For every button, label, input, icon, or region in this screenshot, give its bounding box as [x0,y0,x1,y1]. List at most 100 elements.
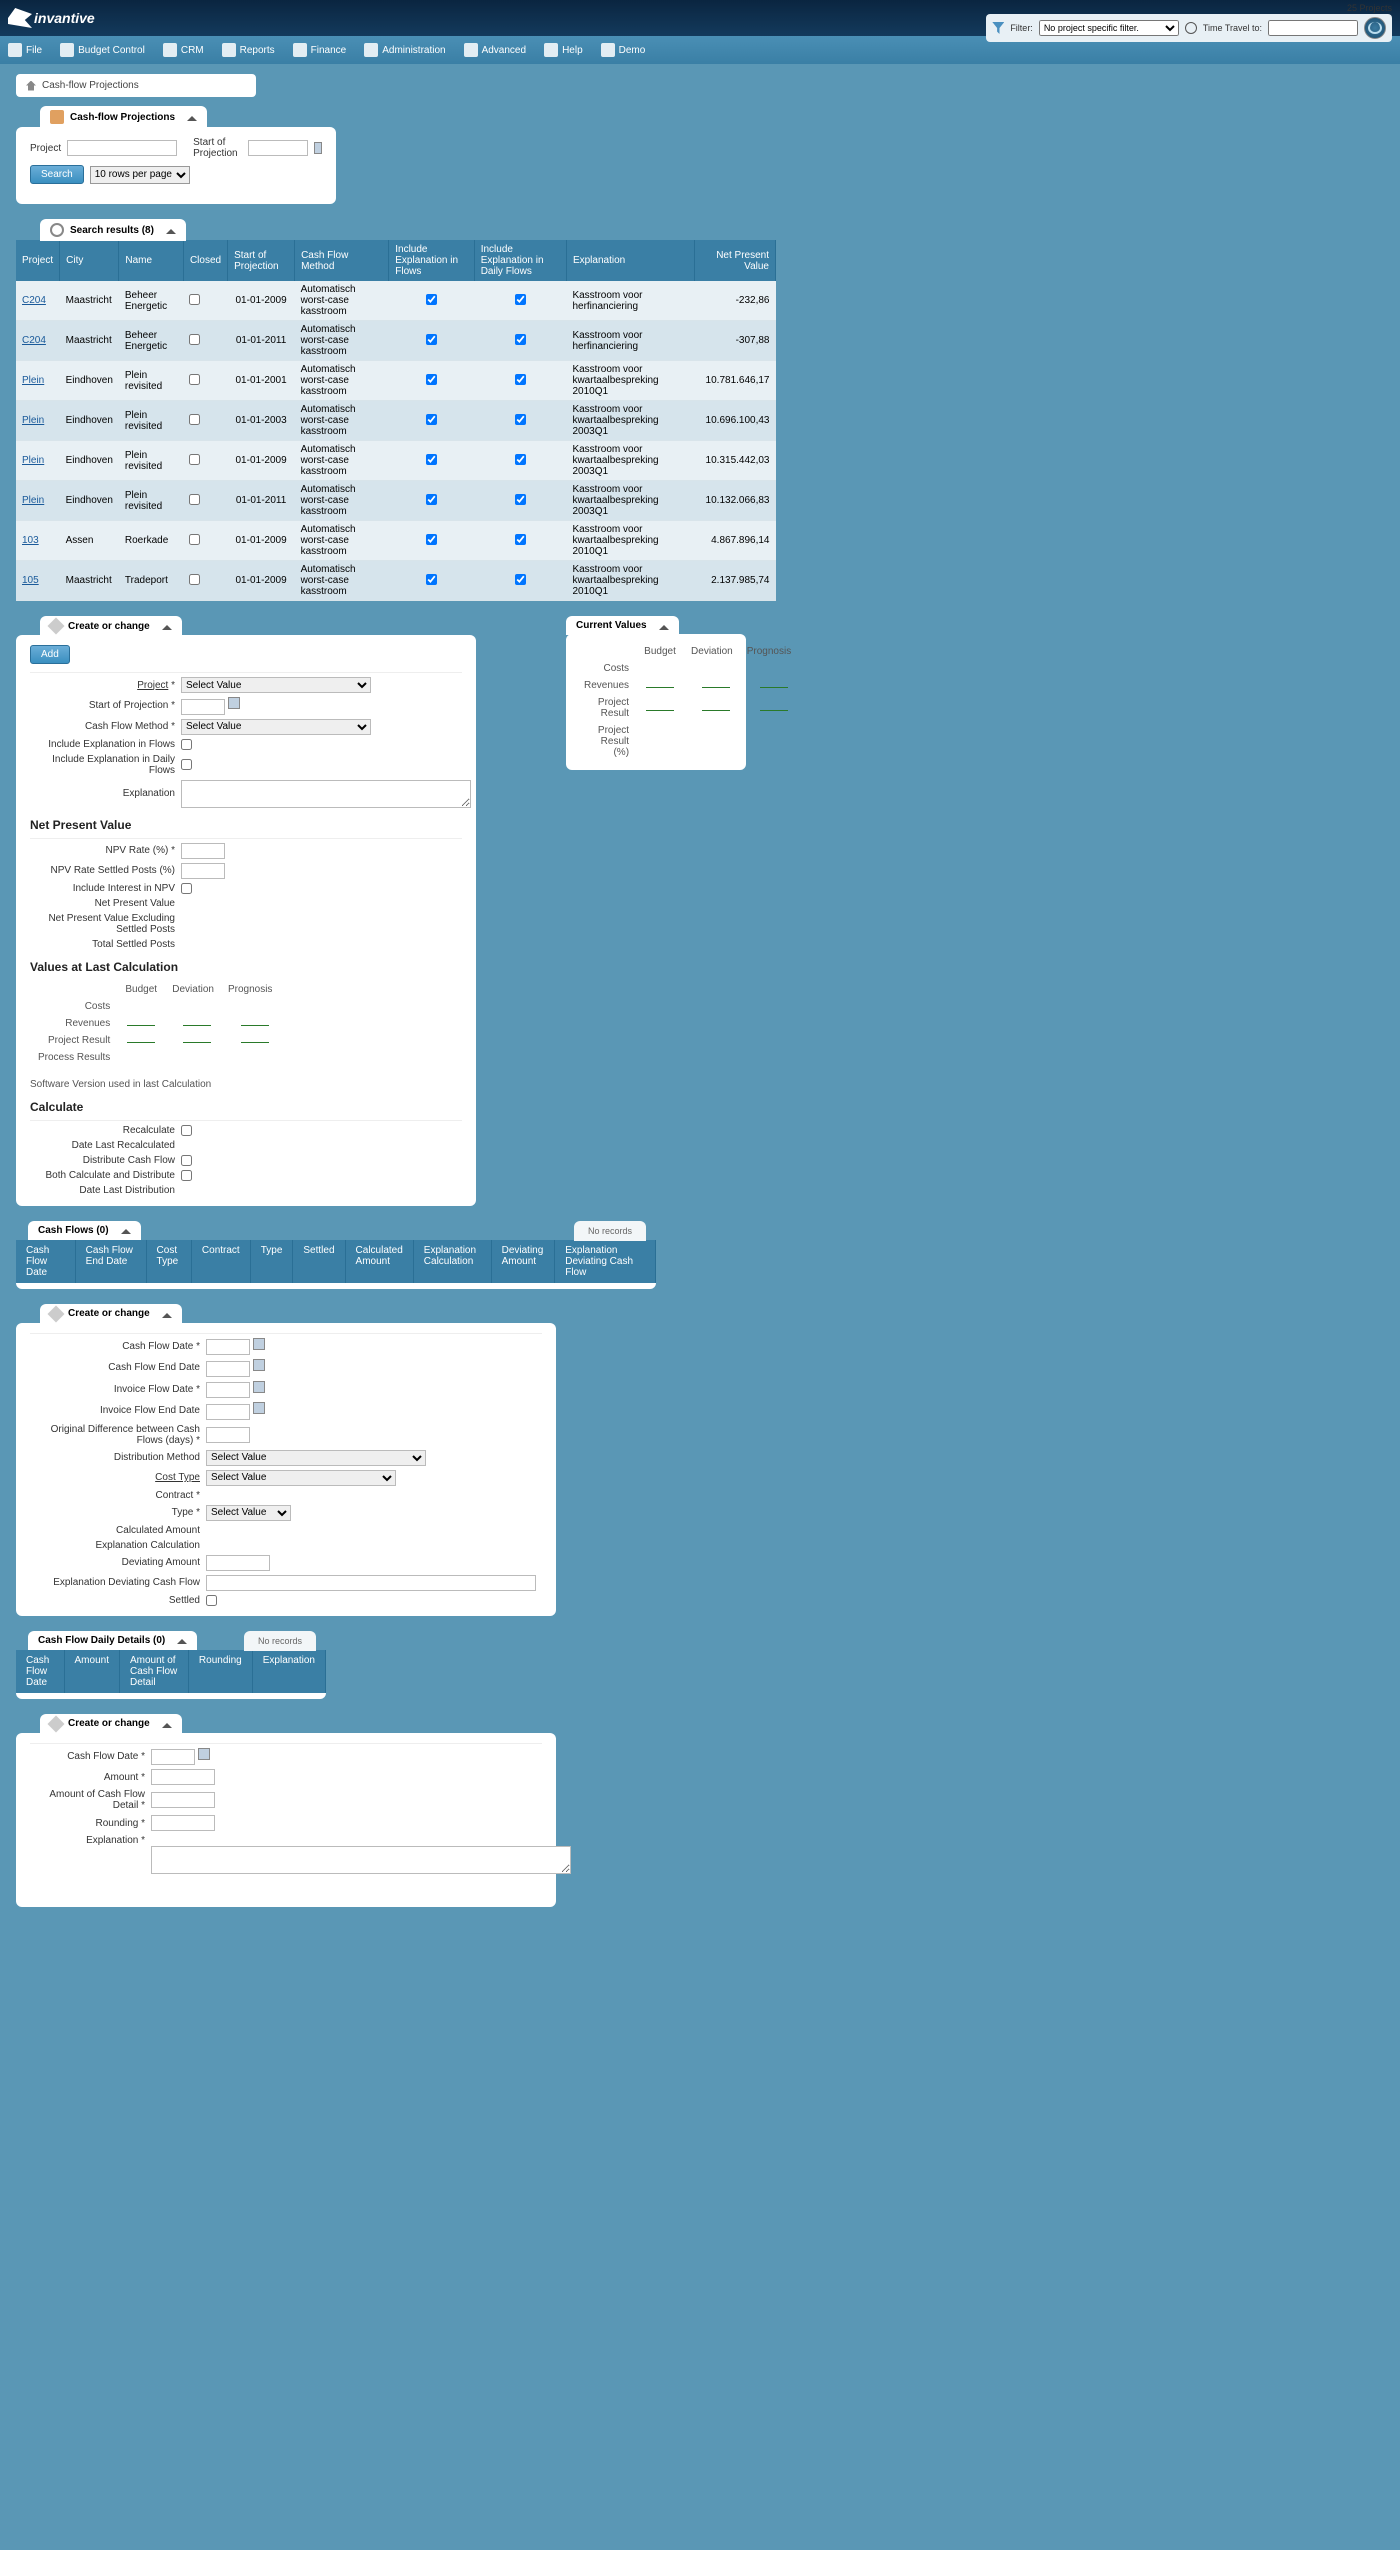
calendar-icon[interactable] [198,1748,210,1760]
start-input2[interactable] [181,699,225,715]
incl-daily-check[interactable] [181,759,192,770]
col-cf-date[interactable]: Cash Flow Date [16,1240,76,1283]
chevron-up-icon[interactable] [659,622,669,630]
closed-check[interactable] [189,294,200,305]
table-row[interactable]: C204MaastrichtBeheer Energetic01-01-2009… [16,281,776,321]
menu-demo[interactable]: Demo [601,43,646,57]
chevron-up-icon[interactable] [162,1310,172,1318]
incl-flows-check[interactable] [426,294,437,305]
home-icon[interactable] [26,81,36,91]
explanation-textarea[interactable] [181,780,471,808]
col-d-detail[interactable]: Amount of Cash Flow Detail [120,1650,189,1693]
start-input[interactable] [248,140,308,156]
inv-end-input[interactable] [206,1404,250,1420]
cf-date-input[interactable] [206,1339,250,1355]
search-button[interactable]: Search [30,165,84,184]
incl-daily-check[interactable] [515,294,526,305]
col-npv[interactable]: Net Present Value [695,240,776,281]
table-row[interactable]: PleinEindhovenPlein revisited01-01-2001A… [16,361,776,401]
incl-flows-check[interactable] [181,739,192,750]
closed-check[interactable] [189,454,200,465]
col-d-date[interactable]: Cash Flow Date [16,1650,65,1693]
closed-check[interactable] [189,534,200,545]
closed-check[interactable] [189,574,200,585]
incl-flows-check[interactable] [426,534,437,545]
settled-check[interactable] [206,1595,217,1606]
add-button[interactable]: Add [30,645,70,664]
table-row[interactable]: PleinEindhovenPlein revisited01-01-2009A… [16,441,776,481]
chevron-up-icon[interactable] [166,226,176,234]
table-row[interactable]: PleinEindhovenPlein revisited01-01-2003A… [16,401,776,441]
project-link[interactable]: Plein [22,495,44,506]
chevron-up-icon[interactable] [187,113,197,121]
e3-rounding-input[interactable] [151,1815,215,1831]
filter-select[interactable]: No project specific filter. [1039,20,1179,36]
project-link[interactable]: Plein [22,415,44,426]
col-city[interactable]: City [60,240,119,281]
incl-flows-check[interactable] [426,494,437,505]
incl-daily-check[interactable] [515,454,526,465]
e3-amount-input[interactable] [151,1769,215,1785]
chevron-up-icon[interactable] [177,1636,187,1644]
menu-admin[interactable]: Administration [364,43,445,57]
menu-advanced[interactable]: Advanced [464,43,526,57]
e3-explanation-textarea[interactable] [151,1846,571,1874]
project-link[interactable]: C204 [22,295,46,306]
incl-daily-check[interactable] [515,534,526,545]
calendar-icon[interactable] [253,1338,265,1350]
calendar-icon[interactable] [253,1359,265,1371]
incl-interest-check[interactable] [181,883,192,894]
calendar-icon[interactable] [228,697,240,709]
menu-budget[interactable]: Budget Control [60,43,145,57]
project-link[interactable]: 105 [22,575,39,586]
chevron-up-icon[interactable] [162,1720,172,1728]
dist-method-select[interactable]: Select Value [206,1450,426,1466]
project-link[interactable]: Plein [22,455,44,466]
col-name[interactable]: Name [119,240,184,281]
closed-check[interactable] [189,494,200,505]
npv-rate-input[interactable] [181,843,225,859]
col-settled[interactable]: Settled [293,1240,345,1283]
col-type[interactable]: Type [251,1240,294,1283]
col-explanation[interactable]: Explanation [566,240,694,281]
menu-file[interactable]: File [8,43,42,57]
table-row[interactable]: PleinEindhovenPlein revisited01-01-2011A… [16,481,776,521]
table-row[interactable]: 103AssenRoerkade01-01-2009Automatisch wo… [16,521,776,561]
closed-check[interactable] [189,334,200,345]
table-row[interactable]: 105MaastrichtTradeport01-01-2009Automati… [16,561,776,601]
closed-check[interactable] [189,374,200,385]
incl-flows-check[interactable] [426,374,437,385]
method-select[interactable]: Select Value [181,719,371,735]
power-button[interactable] [1364,17,1386,39]
e3-date-input[interactable] [151,1749,195,1765]
calendar-icon[interactable] [314,142,322,154]
col-dev[interactable]: Deviating Amount [492,1240,556,1283]
col-incl-flows[interactable]: Include Explanation in Flows [389,240,474,281]
incl-daily-check[interactable] [515,414,526,425]
incl-daily-check[interactable] [515,374,526,385]
recalc-check[interactable] [181,1125,192,1136]
type-select[interactable]: Select Value [206,1505,291,1521]
col-cost[interactable]: Cost Type [147,1240,192,1283]
dev-amt-input[interactable] [206,1555,270,1571]
col-method[interactable]: Cash Flow Method [295,240,389,281]
chevron-up-icon[interactable] [121,1226,131,1234]
incl-daily-check[interactable] [515,334,526,345]
both-check[interactable] [181,1170,192,1181]
col-exp-calc[interactable]: Explanation Calculation [414,1240,492,1283]
menu-reports[interactable]: Reports [222,43,275,57]
calendar-icon[interactable] [253,1402,265,1414]
e3-detail-input[interactable] [151,1792,215,1808]
project-link[interactable]: C204 [22,335,46,346]
table-row[interactable]: C204MaastrichtBeheer Energetic01-01-2011… [16,321,776,361]
col-d-amount[interactable]: Amount [65,1650,120,1693]
npv-rate-settled-input[interactable] [181,863,225,879]
col-start[interactable]: Start of Projection [228,240,295,281]
menu-finance[interactable]: Finance [293,43,347,57]
incl-flows-check[interactable] [426,334,437,345]
exp-dev-input[interactable] [206,1575,536,1591]
cf-end-input[interactable] [206,1361,250,1377]
menu-help[interactable]: Help [544,43,583,57]
col-contract[interactable]: Contract [192,1240,251,1283]
rows-per-page-select[interactable]: 10 rows per page [90,166,190,184]
